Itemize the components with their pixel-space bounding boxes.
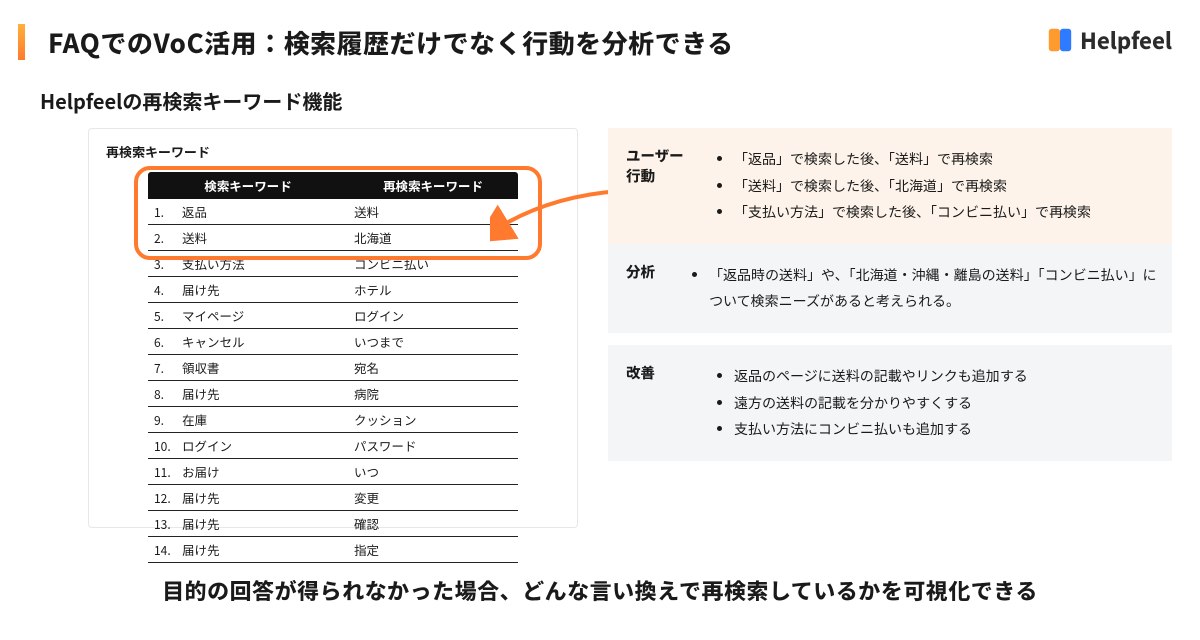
- table-row: 10.ログインパスワード: [148, 433, 518, 459]
- th-research: 再検索キーワード: [348, 172, 518, 199]
- table-row: 12.届け先変更: [148, 485, 518, 511]
- table-row: 14.届け先指定: [148, 537, 518, 563]
- cell-research: いつまで: [348, 329, 518, 355]
- table-row: 3.支払い方法コンビニ払い: [148, 251, 518, 277]
- th-search: 検索キーワード: [148, 172, 348, 199]
- cell-research: ログイン: [348, 303, 518, 329]
- cell-research: コンビニ払い: [348, 251, 518, 277]
- section-improve: 改善 返品のページに送料の記載やリンクも追加する遠方の送料の記載を分かりやすくす…: [608, 345, 1172, 461]
- section-analysis: 分析 「返品時の送料」や、「北海道・沖縄・離島の送料」「コンビニ払い」について検…: [608, 244, 1172, 333]
- cell-research: パスワード: [348, 433, 518, 459]
- cell-research: クッション: [348, 407, 518, 433]
- cell-search: 9.在庫: [148, 407, 348, 433]
- table-row: 11.お届けいつ: [148, 459, 518, 485]
- cell-search: 3.支払い方法: [148, 251, 348, 277]
- cell-search: 1.返品: [148, 199, 348, 225]
- cell-research: ホテル: [348, 277, 518, 303]
- list-item: 遠方の送料の記載を分かりやすくする: [734, 390, 1028, 417]
- table-row: 1.返品送料: [148, 199, 518, 225]
- table-row: 4.届け先ホテル: [148, 277, 518, 303]
- table-row: 2.送料北海道: [148, 225, 518, 251]
- section-label: ユーザー 行動: [626, 146, 698, 226]
- list-item: 「返品時の送料」や、「北海道・沖縄・離島の送料」「コンビニ払い」について検索ニー…: [709, 262, 1158, 315]
- keyword-panel: 再検索キーワード 検索キーワード 再検索キーワード 1.返品送料2.送料北海道3…: [88, 128, 578, 528]
- cell-search: 7.領収書: [148, 355, 348, 381]
- list-item: 「返品」で検索した後、「送料」で再検索: [734, 146, 1091, 173]
- helpfeel-icon: [1046, 26, 1074, 54]
- cell-search: 12.届け先: [148, 485, 348, 511]
- table-row: 9.在庫クッション: [148, 407, 518, 433]
- section-label: 分析: [626, 262, 673, 315]
- list-item: 「送料」で検索した後、「北海道」で再検索: [734, 173, 1091, 200]
- cell-research: 確認: [348, 511, 518, 537]
- cell-research: 指定: [348, 537, 518, 563]
- cell-research: 送料: [348, 199, 518, 225]
- cell-search: 8.届け先: [148, 381, 348, 407]
- table-row: 13.届け先確認: [148, 511, 518, 537]
- section-label: 改善: [626, 363, 698, 443]
- page-title: FAQでのVoC活用：検索履歴だけでなく行動を分析できる: [48, 24, 734, 61]
- brand-logo: Helpfeel: [1046, 24, 1172, 56]
- list-item: 支払い方法にコンビニ払いも追加する: [734, 416, 1028, 443]
- table-row: 8.届け先病院: [148, 381, 518, 407]
- table-row: 5.マイページログイン: [148, 303, 518, 329]
- cell-search: 11.お届け: [148, 459, 348, 485]
- keyword-table-wrap: 検索キーワード 再検索キーワード 1.返品送料2.送料北海道3.支払い方法コンビ…: [148, 172, 558, 563]
- cell-research: 宛名: [348, 355, 518, 381]
- table-row: 6.キャンセルいつまで: [148, 329, 518, 355]
- cell-search: 10.ログイン: [148, 433, 348, 459]
- cell-search: 4.届け先: [148, 277, 348, 303]
- cell-search: 6.キャンセル: [148, 329, 348, 355]
- table-row: 7.領収書宛名: [148, 355, 518, 381]
- cell-search: 2.送料: [148, 225, 348, 251]
- cell-search: 13.届け先: [148, 511, 348, 537]
- subtitle: Helpfeelの再検索キーワード機能: [40, 86, 342, 115]
- footer-text: 目的の回答が得られなかった場合、どんな言い換えで再検索しているかを可視化できる: [0, 574, 1200, 606]
- analysis-panel: ユーザー 行動 「返品」で検索した後、「送料」で再検索「送料」で検索した後、「北…: [608, 128, 1172, 461]
- cell-research: 病院: [348, 381, 518, 407]
- list-item: 「支払い方法」で検索した後、「コンビニ払い」で再検索: [734, 199, 1091, 226]
- cell-research: 変更: [348, 485, 518, 511]
- panel-title: 再検索キーワード: [106, 142, 210, 161]
- cell-research: いつ: [348, 459, 518, 485]
- keyword-table: 検索キーワード 再検索キーワード 1.返品送料2.送料北海道3.支払い方法コンビ…: [148, 172, 518, 563]
- list-item: 返品のページに送料の記載やリンクも追加する: [734, 363, 1028, 390]
- cell-search: 5.マイページ: [148, 303, 348, 329]
- cell-search: 14.届け先: [148, 537, 348, 563]
- brand-name: Helpfeel: [1080, 24, 1172, 56]
- cell-research: 北海道: [348, 225, 518, 251]
- section-user-behavior: ユーザー 行動 「返品」で検索した後、「送料」で再検索「送料」で検索した後、「北…: [608, 128, 1172, 244]
- accent-bar: [18, 24, 25, 60]
